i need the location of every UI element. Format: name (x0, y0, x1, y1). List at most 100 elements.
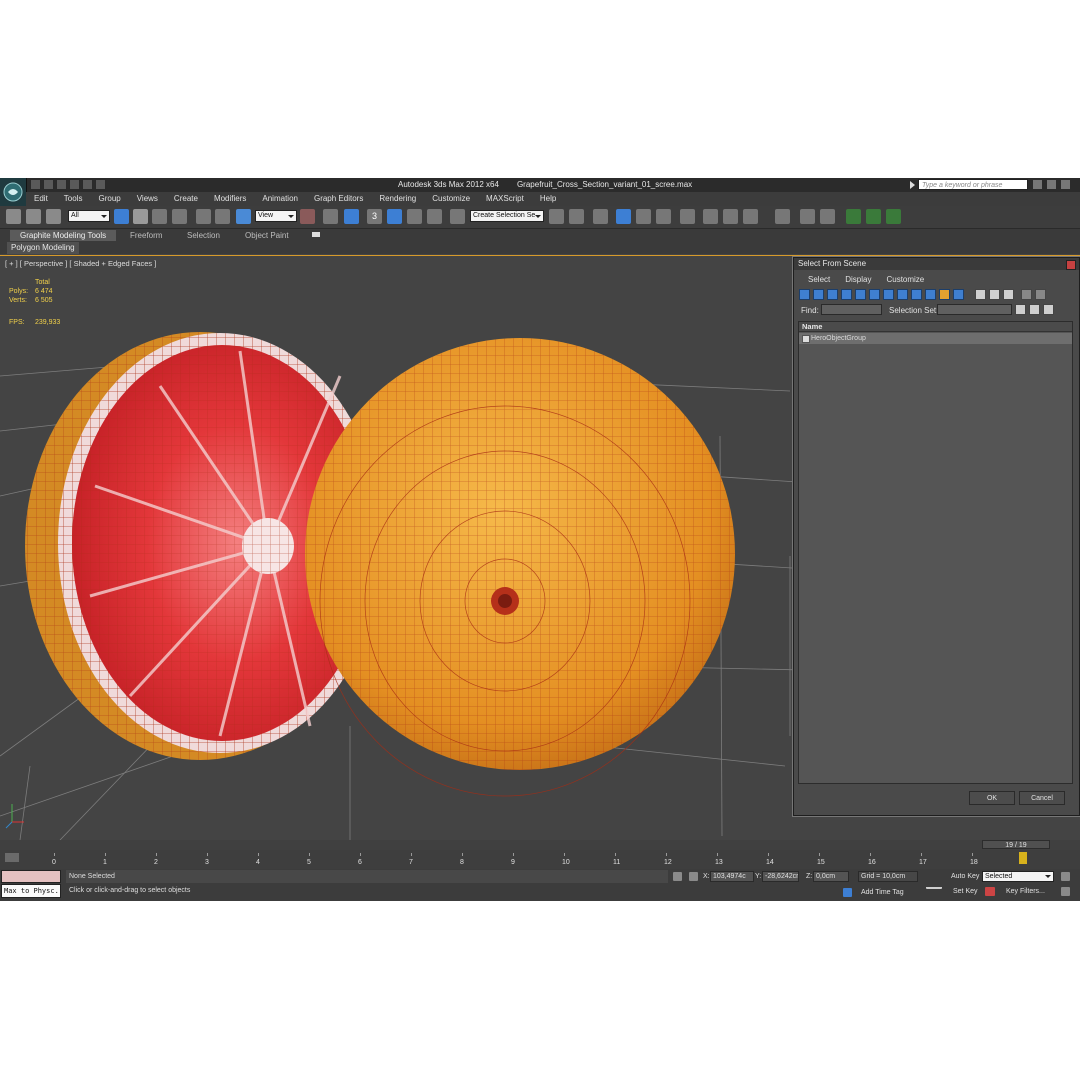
selection-set-dropdown[interactable] (937, 304, 1012, 315)
playback-controls-icon[interactable] (1061, 887, 1070, 896)
set-key-button[interactable]: Set Key (953, 888, 978, 895)
list-view-icon[interactable] (1029, 304, 1040, 315)
auto-key-button[interactable]: Auto Key (951, 873, 979, 880)
find-input[interactable] (821, 304, 882, 315)
maxscript-mini-listener[interactable]: Max to Physc. (1, 884, 61, 898)
menu-rendering[interactable]: Rendering (371, 192, 424, 206)
absolute-mode-icon[interactable] (689, 872, 698, 881)
spacewarps-filter-icon[interactable] (869, 289, 880, 300)
mirror-icon[interactable] (549, 209, 564, 224)
select-all-icon[interactable] (975, 289, 986, 300)
spinner-snap-icon[interactable] (427, 209, 442, 224)
groups-filter-icon[interactable] (883, 289, 894, 300)
scale-icon[interactable] (236, 209, 251, 224)
go-to-start-icon[interactable] (1061, 872, 1070, 881)
dialog-menu-customize[interactable]: Customize (879, 274, 932, 286)
layer-manager-icon[interactable] (593, 209, 608, 224)
menu-views[interactable]: Views (129, 192, 166, 206)
rotate-icon[interactable] (215, 209, 230, 224)
keyframe-marker[interactable] (1019, 852, 1027, 864)
pivot-center-icon[interactable] (300, 209, 315, 224)
mini-curve-editor-icon[interactable] (5, 853, 19, 862)
maxscript-listener-output[interactable] (1, 870, 61, 883)
rendered-frame-icon[interactable] (723, 209, 738, 224)
ok-button[interactable]: OK (969, 791, 1015, 805)
dialog-menu-select[interactable]: Select (794, 274, 838, 286)
bind-space-warp-icon[interactable] (46, 209, 61, 224)
menu-create[interactable]: Create (166, 192, 206, 206)
lock-selection-icon[interactable] (673, 872, 682, 881)
tab-object-paint[interactable]: Object Paint (245, 230, 289, 241)
time-slider[interactable]: 19 / 19 (982, 840, 1050, 849)
scene-object-list[interactable]: Name HeroObjectGroup (798, 321, 1073, 784)
graphite-toggle-icon[interactable] (616, 209, 631, 224)
tree-view-icon[interactable] (1043, 304, 1054, 315)
container-icon[interactable] (775, 209, 790, 224)
xref-icon[interactable] (800, 209, 815, 224)
containers-filter-icon[interactable] (925, 289, 936, 300)
selection-filter-dropdown[interactable]: All (68, 210, 110, 222)
favorites-icon[interactable] (1047, 180, 1056, 189)
render-setup-icon[interactable] (703, 209, 718, 224)
align-icon[interactable] (569, 209, 584, 224)
select-invert-icon[interactable] (1003, 289, 1014, 300)
column-header-name[interactable]: Name (799, 322, 1072, 332)
help-icon[interactable] (1061, 180, 1070, 189)
bones-filter-icon[interactable] (911, 289, 922, 300)
default-in-out-tangent-icon[interactable] (985, 887, 995, 896)
helpers-filter-icon[interactable] (855, 289, 866, 300)
unlink-icon[interactable] (26, 209, 41, 224)
rectangular-selection-icon[interactable] (152, 209, 167, 224)
menu-modifiers[interactable]: Modifiers (206, 192, 254, 206)
dialog-menu-display[interactable]: Display (838, 274, 879, 286)
select-and-manipulate-icon[interactable] (323, 209, 338, 224)
nurbs-icon[interactable] (866, 209, 881, 224)
tab-freeform[interactable]: Freeform (130, 230, 162, 241)
save-file-icon[interactable] (56, 179, 67, 190)
viewport-label[interactable]: [ + ] [ Perspective ] [ Shaded + Edged F… (5, 259, 156, 268)
particle-view-icon[interactable] (820, 209, 835, 224)
menu-customize[interactable]: Customize (424, 192, 478, 206)
add-time-tag-button[interactable]: Add Time Tag (861, 889, 904, 896)
hold-icon[interactable] (95, 179, 106, 190)
time-tag-icon[interactable] (843, 888, 852, 897)
tab-selection[interactable]: Selection (187, 230, 220, 241)
x-coordinate-field[interactable]: 103,4974c (710, 871, 754, 882)
redo-icon[interactable] (82, 179, 93, 190)
menu-animation[interactable]: Animation (254, 192, 306, 206)
select-and-link-icon[interactable] (6, 209, 21, 224)
new-file-icon[interactable] (30, 179, 41, 190)
search-arrow-icon[interactable] (910, 181, 915, 189)
hidden-filter-icon[interactable] (953, 289, 964, 300)
render-production-icon[interactable] (743, 209, 758, 224)
z-coordinate-field[interactable]: 0,0cm (813, 871, 849, 882)
list-item[interactable]: HeroObjectGroup (799, 333, 1072, 344)
track-bar[interactable]: 0 1 2 3 4 5 6 7 8 9 10 11 12 13 14 15 16 17 18 (0, 850, 1080, 869)
select-object-icon[interactable] (114, 209, 129, 224)
key-mode-dropdown[interactable]: Selected (982, 871, 1054, 882)
schematic-view-icon[interactable] (656, 209, 671, 224)
curve-editor-icon[interactable] (636, 209, 651, 224)
lights-filter-icon[interactable] (827, 289, 838, 300)
named-selection-dropdown[interactable]: Create Selection Se (470, 210, 544, 222)
filter-icon[interactable] (1021, 289, 1032, 300)
filter-options-icon[interactable] (1035, 289, 1046, 300)
populate-icon[interactable] (846, 209, 861, 224)
cameras-filter-icon[interactable] (841, 289, 852, 300)
percent-snap-icon[interactable] (407, 209, 422, 224)
sort-icon[interactable] (1015, 304, 1026, 315)
reference-coordinate-dropdown[interactable]: View (255, 210, 297, 222)
menu-group[interactable]: Group (90, 192, 128, 206)
window-crossing-icon[interactable] (172, 209, 187, 224)
close-icon[interactable] (1066, 260, 1076, 270)
edit-named-selection-icon[interactable] (450, 209, 465, 224)
move-icon[interactable] (196, 209, 211, 224)
keyboard-shortcut-override-icon[interactable] (344, 209, 359, 224)
ribbon-minimize-icon[interactable] (312, 232, 320, 237)
frozen-filter-icon[interactable] (939, 289, 950, 300)
y-coordinate-field[interactable]: -28,6242cr (762, 871, 799, 882)
material-editor-icon[interactable] (680, 209, 695, 224)
set-key-icon[interactable] (926, 877, 942, 889)
menu-edit[interactable]: Edit (26, 192, 56, 206)
open-file-icon[interactable] (43, 179, 54, 190)
